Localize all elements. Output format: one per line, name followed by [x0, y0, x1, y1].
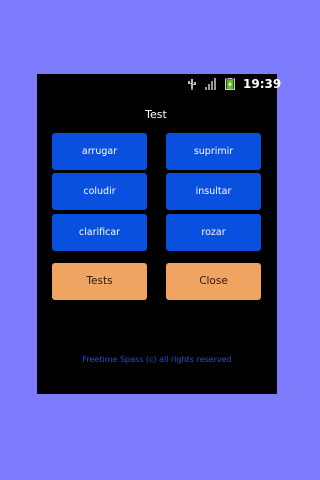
close-button[interactable]: Close — [166, 263, 261, 300]
tests-button[interactable]: Tests — [52, 263, 147, 300]
status-clock: 19:39 — [243, 77, 282, 91]
status-bar: 19:39 — [37, 74, 281, 94]
app-screen: 19:39 Test arrugar suprimir coludir insu… — [37, 74, 281, 394]
word-button-arrugar[interactable]: arrugar — [52, 133, 147, 170]
word-button-rozar[interactable]: rozar — [166, 214, 261, 251]
footer-copyright: Freetime Spass (c) all rights reserved — [82, 355, 232, 364]
word-button-suprimir[interactable]: suprimir — [166, 133, 261, 170]
usb-icon — [188, 79, 196, 90]
battery-charging-icon — [225, 78, 235, 90]
word-button-clarificar[interactable]: clarificar — [52, 214, 147, 251]
word-button-insultar[interactable]: insultar — [166, 173, 261, 210]
app-title: Test — [145, 108, 167, 121]
signal-icon — [205, 78, 216, 90]
word-button-coludir[interactable]: coludir — [52, 173, 147, 210]
